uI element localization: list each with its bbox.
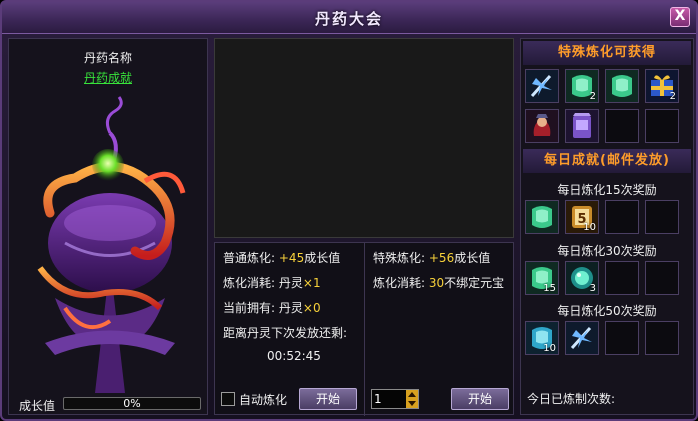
- refine-stats-panel: 普通炼化: +45成长值 炼化消耗: 丹灵×1 当前拥有: 丹灵×0 距离丹灵下…: [214, 242, 514, 416]
- close-button[interactable]: X: [670, 7, 690, 27]
- normal-start-button[interactable]: 开始: [299, 388, 357, 410]
- today-count-label: 今日已炼制次数:: [527, 392, 616, 406]
- special-refine-line: 特殊炼化: +56成长值: [373, 249, 490, 266]
- daily-reward-slot[interactable]: [645, 321, 679, 355]
- special-reward-slot[interactable]: 2: [645, 69, 679, 103]
- special-refine-label: 特殊炼化:: [373, 251, 426, 265]
- special-cost-label: 炼化消耗:: [373, 276, 426, 290]
- special-reward-slot[interactable]: 2: [565, 69, 599, 103]
- green-jade-icon: [526, 201, 558, 236]
- special-refine-amount: +56: [428, 251, 455, 265]
- auto-refine-checkbox[interactable]: [221, 392, 235, 406]
- daily-reward-slot[interactable]: [605, 321, 639, 355]
- special-reward-slot[interactable]: [525, 109, 559, 143]
- pill-achievement-link[interactable]: 丹药成就: [9, 69, 207, 86]
- title-bar: 丹药大会 X: [2, 2, 696, 34]
- item-count: 3: [589, 283, 596, 294]
- pill-panel: 丹药名称 丹药成就 成长值 0%: [8, 38, 208, 415]
- pill-name-label: 丹药名称: [83, 51, 132, 65]
- item-count: 15: [543, 283, 556, 294]
- daily-achievement-header: 每日成就(邮件发放): [523, 149, 691, 173]
- daily-reward-slot[interactable]: 3: [565, 261, 599, 295]
- normal-cost-qty: ×1: [302, 276, 321, 290]
- alchemy-window: 丹药大会 X 丹药名称 丹药成就 成长值 0% 普通炼化: +45成长值 炼化消…: [0, 0, 698, 421]
- normal-refine-label: 普通炼化:: [223, 251, 276, 265]
- window-title: 丹药大会: [314, 10, 383, 28]
- countdown-timer: 00:52:45: [267, 349, 321, 363]
- daily-reward-slot[interactable]: 10: [525, 321, 559, 355]
- special-reward-slot[interactable]: [525, 69, 559, 103]
- owned-item: 丹灵: [278, 301, 303, 315]
- rewards-panel: 特殊炼化可获得 每日成就(邮件发放) 每日炼化15次奖励 每日炼化30次奖励 每…: [520, 38, 694, 415]
- special-cost-line: 炼化消耗: 30不绑定元宝: [373, 274, 504, 291]
- alchemy-cauldron-illustration: [37, 96, 186, 393]
- daily-reward-slot[interactable]: [605, 261, 639, 295]
- daily-reward-slot[interactable]: [525, 200, 559, 234]
- owned-label: 当前拥有:: [223, 301, 276, 315]
- quantity-up-arrow-icon[interactable]: [406, 390, 418, 399]
- daily-reward-slot[interactable]: 15: [525, 261, 559, 295]
- red-warrior-icon: [526, 110, 558, 145]
- item-count: 10: [543, 343, 556, 354]
- stats-divider: [364, 243, 365, 416]
- normal-refine-unit: 成长值: [304, 251, 341, 265]
- purple-scroll-icon: [566, 110, 598, 145]
- special-cost-item: 不绑定元宝: [444, 276, 505, 290]
- growth-progress-bar: 0%: [63, 397, 201, 410]
- daily-reward-slot[interactable]: 5 10: [565, 200, 599, 234]
- special-reward-slot[interactable]: [565, 109, 599, 143]
- normal-cost-line: 炼化消耗: 丹灵×1: [223, 274, 321, 291]
- normal-cost-label: 炼化消耗:: [223, 276, 276, 290]
- item-count: 2: [669, 91, 676, 102]
- reward-title-50: 每日炼化50次奖励: [557, 304, 657, 318]
- normal-cost-item: 丹灵: [278, 276, 303, 290]
- green-jade-icon: [606, 70, 638, 105]
- owned-line: 当前拥有: 丹灵×0: [223, 299, 321, 316]
- daily-reward-slot[interactable]: [645, 200, 679, 234]
- quantity-down-arrow-icon[interactable]: [406, 399, 418, 408]
- daily-reward-slot[interactable]: [605, 200, 639, 234]
- special-refine-unit: 成长值: [454, 251, 491, 265]
- next-release-label: 距离丹灵下次发放还剩:: [223, 326, 348, 340]
- normal-refine-amount: +45: [278, 251, 305, 265]
- special-reward-slot[interactable]: [645, 109, 679, 143]
- quantity-input[interactable]: [374, 391, 404, 407]
- special-cost-qty: 30: [428, 276, 445, 290]
- owned-qty: ×0: [302, 301, 321, 315]
- special-reward-slot[interactable]: [605, 109, 639, 143]
- special-start-button[interactable]: 开始: [451, 388, 509, 410]
- auto-refine-label: 自动炼化: [239, 393, 288, 407]
- blue-crystal-icon: [566, 322, 598, 357]
- daily-reward-slot[interactable]: [645, 261, 679, 295]
- normal-refine-line: 普通炼化: +45成长值: [223, 249, 340, 266]
- refine-preview-area: [214, 38, 514, 238]
- blue-crystal-icon: [526, 70, 558, 105]
- quantity-stepper[interactable]: [371, 389, 419, 409]
- special-reward-slot[interactable]: [605, 69, 639, 103]
- growth-percent-text: 0%: [123, 397, 141, 410]
- item-count: 10: [583, 222, 596, 233]
- reward-title-30: 每日炼化30次奖励: [557, 244, 657, 258]
- item-count: 2: [589, 91, 596, 102]
- daily-reward-slot[interactable]: [565, 321, 599, 355]
- growth-value-label: 成长值: [19, 399, 56, 413]
- special-rewards-header: 特殊炼化可获得: [523, 41, 691, 65]
- reward-title-15: 每日炼化15次奖励: [557, 183, 657, 197]
